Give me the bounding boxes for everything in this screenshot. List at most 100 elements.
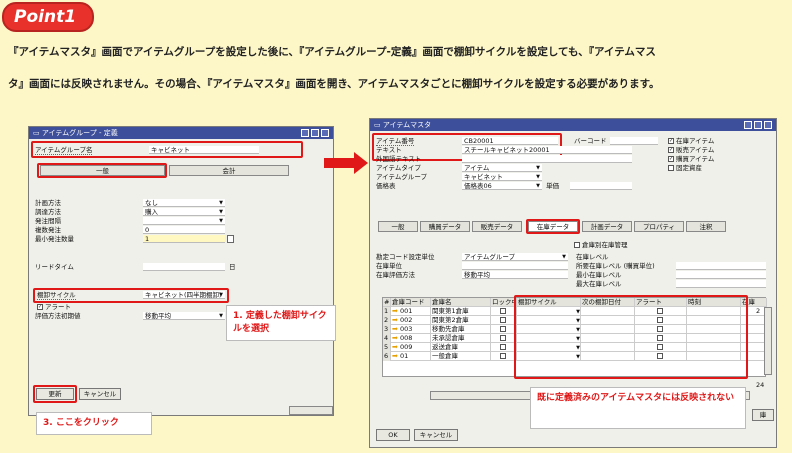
max-level-field[interactable]: [676, 280, 766, 288]
checkbox-checked-icon: ✓: [37, 304, 43, 310]
warehouse-manage-checkbox[interactable]: 倉庫別在庫管理: [574, 241, 628, 249]
text-label: テキスト: [376, 146, 402, 154]
whs-name: 移動先倉庫: [431, 325, 491, 334]
tab-accounting[interactable]: 会計: [169, 165, 289, 176]
tab-purchasing[interactable]: 購買データ: [420, 221, 470, 232]
leadtime-field[interactable]: [143, 263, 225, 271]
whs-code[interactable]: ➡ 003: [391, 325, 431, 334]
day-unit: 日: [229, 263, 236, 271]
tab-general[interactable]: 一般: [40, 165, 165, 176]
chevron-down-icon: ▼: [536, 174, 540, 180]
purchase-item-checkbox[interactable]: ✓ 購買アイテム: [668, 155, 714, 163]
tab-properties[interactable]: プロパティ: [634, 221, 684, 232]
tab-remarks[interactable]: 注釈: [686, 221, 726, 232]
valuation-label: 評価方法初期値: [35, 312, 81, 320]
order-multiple-field[interactable]: 0: [143, 226, 225, 234]
min-order-field[interactable]: 1: [143, 235, 225, 243]
row-num: 3: [383, 325, 391, 334]
window-icon: ▭: [33, 129, 42, 137]
whs-code[interactable]: ➡ 008: [391, 334, 431, 343]
alert-checkbox[interactable]: ✓ アラート: [37, 303, 71, 311]
intro-line-2: タ』画面には反映されません。その場合、『アイテムマスタ』画面を開き、アイテムマス…: [8, 78, 660, 90]
item-group-label: アイテムグループ: [376, 173, 427, 181]
procurement-select[interactable]: 購入 ▼: [143, 208, 225, 216]
callout-click-update: 3. ここをクリック: [36, 412, 152, 435]
whs-name: 一般倉庫: [431, 352, 491, 361]
calculator-icon[interactable]: [227, 235, 234, 243]
tab-sales[interactable]: 販売データ: [472, 221, 522, 232]
row-num: 6: [383, 352, 391, 361]
sales-item-checkbox[interactable]: ✓ 販売アイテム: [668, 146, 714, 154]
maximize-icon[interactable]: [311, 129, 319, 137]
order-interval-select[interactable]: ▼: [143, 217, 225, 225]
cancel-button[interactable]: キャンセル: [79, 388, 121, 400]
minimize-icon[interactable]: [301, 129, 309, 137]
close-icon[interactable]: [764, 121, 772, 129]
procurement-label: 調達方法: [35, 208, 61, 216]
chevron-down-icon: ▼: [562, 254, 566, 260]
cancel-button[interactable]: キャンセル: [414, 429, 458, 441]
planning-method-label: 計画方法: [35, 199, 61, 207]
price-list-select[interactable]: 価格表06 ▼: [462, 182, 542, 190]
group-name-label: アイテムグループ名: [35, 146, 93, 155]
gl-setting-select[interactable]: アイテムグループ ▼: [462, 253, 568, 261]
minimize-icon[interactable]: [744, 121, 752, 129]
valuation-select[interactable]: 移動平均 ▼: [143, 312, 225, 320]
stock-first-value: 2: [756, 307, 761, 315]
whs-code[interactable]: ➡ 001: [391, 307, 431, 316]
update-button-partial[interactable]: 庫: [752, 409, 774, 421]
valuation-field[interactable]: 移動平均: [462, 271, 568, 279]
max-level-label: 最大在庫レベル: [576, 280, 622, 288]
whs-code[interactable]: ➡ 01: [391, 352, 431, 361]
planning-method-select[interactable]: なし ▼: [143, 199, 225, 207]
whs-name: 関東第1倉庫: [431, 307, 491, 316]
whs-code[interactable]: ➡ 002: [391, 316, 431, 325]
row-num: 1: [383, 307, 391, 316]
text-field[interactable]: スチールキャビネット20001: [462, 146, 632, 154]
point-badge: Point1: [2, 2, 94, 32]
tab-inventory[interactable]: 在庫データ: [528, 221, 578, 232]
foreign-text-field[interactable]: [462, 155, 632, 163]
group-name-field[interactable]: キャビネット: [149, 146, 259, 154]
update-button[interactable]: 更新: [36, 388, 74, 400]
min-level-field[interactable]: [676, 271, 766, 279]
arrow-right-icon: [324, 158, 356, 168]
row-num: 5: [383, 343, 391, 352]
tab-planning[interactable]: 計画データ: [582, 221, 632, 232]
window-titlebar: ▭ アイテムグループ - 定義: [29, 127, 333, 139]
item-group-window: ▭ アイテムグループ - 定義 アイテムグループ名 キャビネット 一般 会計 計…: [28, 126, 334, 416]
window-icon: ▭: [374, 121, 383, 129]
scrollbar-vertical[interactable]: [764, 307, 772, 375]
row-num: 4: [383, 334, 391, 343]
required-level-label: 所要在庫レベル (購買単位): [576, 262, 655, 270]
intro-line-1: 『アイテムマスタ』画面でアイテムグループを設定した後に、『アイテムグループ-定義…: [8, 46, 656, 58]
maximize-icon[interactable]: [754, 121, 762, 129]
cycle-column-highlight: [514, 295, 748, 379]
window-titlebar: ▭ アイテムマスタ: [370, 119, 776, 131]
close-icon[interactable]: [321, 129, 329, 137]
min-level-label: 最小在庫レベル: [576, 271, 622, 279]
chevron-down-icon: ▼: [536, 183, 540, 189]
required-level-field[interactable]: [676, 262, 766, 270]
inventory-unit-field[interactable]: [462, 262, 568, 270]
price-list-label: 価格表: [376, 182, 396, 190]
item-number-field[interactable]: CB20001: [462, 137, 558, 145]
chevron-down-icon: ▼: [219, 313, 223, 319]
link-arrow-icon: ➡: [392, 325, 398, 333]
stock-item-checkbox[interactable]: ✓ 在庫アイテム: [668, 137, 714, 145]
col-whs-code: 倉庫コード: [391, 298, 431, 307]
tab-general[interactable]: 一般: [378, 221, 418, 232]
order-multiple-label: 複数発注: [35, 226, 61, 234]
barcode-field[interactable]: [610, 137, 658, 145]
chevron-down-icon: ▼: [219, 209, 223, 215]
item-number-label: アイテム番号: [376, 137, 415, 146]
link-arrow-icon: ➡: [392, 316, 398, 324]
cycle-select[interactable]: キャビネット(四半期棚卸) ▼: [143, 291, 225, 299]
fixed-asset-checkbox[interactable]: 固定資産: [668, 164, 702, 172]
scrollbar-horizontal[interactable]: [289, 406, 333, 415]
unit-price-field[interactable]: [570, 182, 632, 190]
item-type-select[interactable]: アイテム ▼: [462, 164, 542, 172]
ok-button[interactable]: OK: [376, 429, 410, 441]
whs-code[interactable]: ➡ 009: [391, 343, 431, 352]
item-group-select[interactable]: キャビネット ▼: [462, 173, 542, 181]
